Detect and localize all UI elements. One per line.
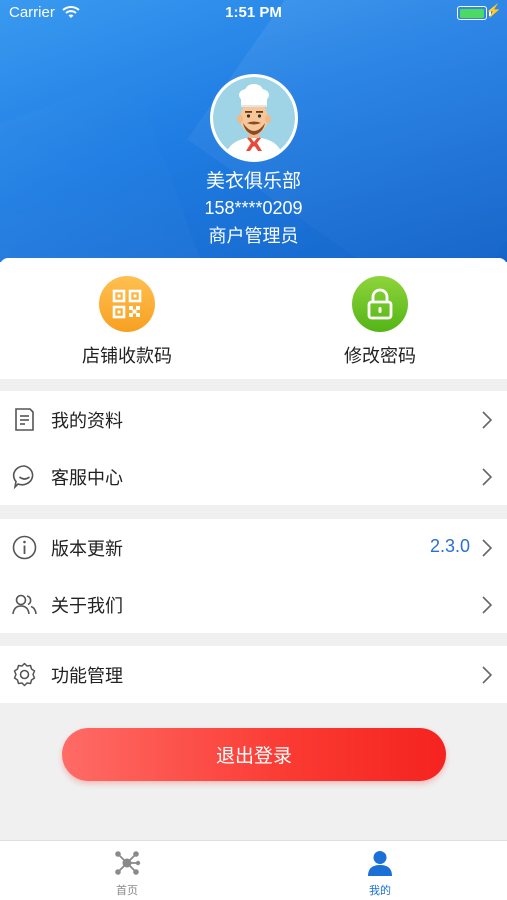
chevron-right-icon bbox=[482, 666, 493, 684]
logout-button[interactable]: 退出登录 bbox=[62, 728, 446, 781]
tab-mine-label: 我的 bbox=[369, 884, 391, 897]
charging-icon: ⚡ bbox=[485, 3, 502, 18]
menu-group-account: 我的资料 客服中心 bbox=[0, 391, 507, 505]
tab-home[interactable]: 首页 bbox=[77, 849, 177, 898]
menu-item-label: 功能管理 bbox=[51, 666, 123, 687]
merchant-name: 美衣俱乐部 bbox=[205, 170, 301, 192]
status-time: 1:51 PM bbox=[225, 4, 282, 21]
store-qr-code-button[interactable]: 店铺收款码 bbox=[27, 276, 227, 368]
menu-item-customer-service[interactable]: 客服中心 bbox=[0, 448, 507, 505]
menu-group-app: 版本更新 2.3.0 关于我们 bbox=[0, 519, 507, 633]
menu-item-my-profile[interactable]: 我的资料 bbox=[0, 391, 507, 448]
menu-item-label: 版本更新 bbox=[51, 539, 123, 560]
gear-icon bbox=[13, 662, 36, 687]
person-icon bbox=[368, 851, 392, 876]
menu-item-label: 关于我们 bbox=[51, 596, 123, 617]
network-icon bbox=[115, 851, 141, 875]
chevron-right-icon bbox=[482, 411, 493, 429]
version-number: 2.3.0 bbox=[429, 536, 470, 556]
qr-code-icon bbox=[99, 276, 155, 332]
document-icon bbox=[15, 408, 34, 431]
change-password-button[interactable]: 修改密码 bbox=[280, 276, 480, 368]
chevron-right-icon bbox=[482, 596, 493, 614]
user-role: 商户管理员 bbox=[208, 226, 299, 247]
menu-item-label: 我的资料 bbox=[51, 411, 123, 432]
quick-actions-panel: 店铺收款码 修改密码 bbox=[0, 258, 507, 379]
chevron-right-icon bbox=[482, 539, 493, 557]
phone-number: 158****0209 bbox=[204, 198, 303, 218]
battery-icon bbox=[457, 6, 487, 20]
tab-home-label: 首页 bbox=[116, 884, 138, 897]
menu-group-settings: 功能管理 bbox=[0, 646, 507, 703]
store-qr-code-label: 店铺收款码 bbox=[82, 346, 172, 367]
menu-item-label: 客服中心 bbox=[51, 468, 123, 489]
tab-mine[interactable]: 我的 bbox=[330, 849, 430, 898]
avatar[interactable] bbox=[210, 74, 298, 162]
chat-bubble-icon bbox=[12, 465, 34, 490]
users-icon bbox=[12, 594, 37, 615]
status-bar: Carrier 1:51 PM ⚡ bbox=[0, 0, 507, 26]
change-password-label: 修改密码 bbox=[344, 346, 416, 367]
chef-avatar-icon bbox=[213, 77, 295, 159]
menu-item-feature-management[interactable]: 功能管理 bbox=[0, 646, 507, 703]
menu-item-about-us[interactable]: 关于我们 bbox=[0, 576, 507, 633]
menu-item-version-update[interactable]: 版本更新 2.3.0 bbox=[0, 519, 507, 576]
profile-header: Carrier 1:51 PM ⚡ 美衣俱乐部 158****0209 商户管理… bbox=[0, 0, 507, 262]
tab-bar: 首页 我的 bbox=[0, 840, 507, 900]
lock-icon bbox=[352, 276, 408, 332]
chevron-right-icon bbox=[482, 468, 493, 486]
info-icon bbox=[12, 535, 37, 560]
